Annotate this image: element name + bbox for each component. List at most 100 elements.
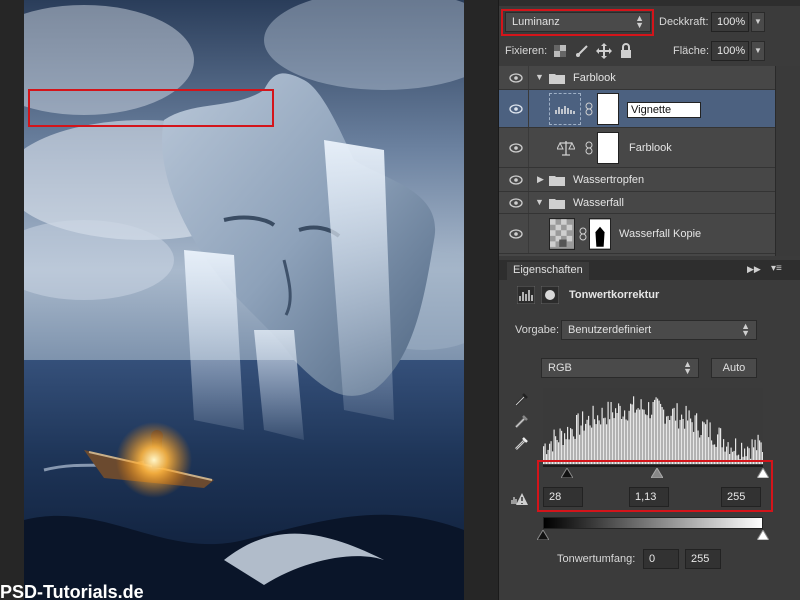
layer-vignette[interactable]: Vignette: [499, 90, 775, 128]
histogram-bar: [606, 424, 608, 464]
histogram-bar: [645, 414, 647, 464]
collapse-panel-icon[interactable]: ▶▶: [747, 264, 761, 275]
layer-group-wasserfall[interactable]: ▼ Wasserfall: [499, 192, 775, 214]
histogram-bar: [667, 415, 669, 464]
eye-icon[interactable]: [509, 198, 523, 208]
layer-thumbnail[interactable]: [549, 218, 575, 250]
histogram-bar: [687, 420, 689, 464]
histogram-bar: [709, 422, 711, 464]
eye-icon[interactable]: [509, 104, 523, 114]
layer-group-wassertropfen[interactable]: ▶ Wassertropfen: [499, 168, 775, 192]
histogram-bar: [580, 425, 582, 464]
output-black-slider-handle[interactable]: [537, 530, 549, 540]
opacity-field[interactable]: 100%: [711, 12, 749, 32]
histogram-bar: [642, 409, 644, 464]
levels-adjustment-icon: [517, 286, 535, 304]
adjustment-thumbnail[interactable]: [549, 93, 581, 125]
mask-icon[interactable]: [541, 286, 559, 304]
histogram-bar: [685, 405, 687, 464]
histogram-bar: [610, 402, 612, 464]
properties-tab[interactable]: Eigenschaften: [507, 262, 589, 280]
histogram-bar: [682, 419, 684, 464]
lock-image-pixels-icon[interactable]: [573, 42, 591, 60]
histogram-bar: [676, 403, 678, 464]
histogram-bar: [582, 411, 584, 464]
folder-icon: [549, 74, 565, 84]
histogram-bar: [613, 418, 615, 464]
histogram-bar: [652, 402, 654, 464]
channel-select[interactable]: RGB ▲ ▼: [541, 358, 699, 378]
chevron-down-icon[interactable]: ▼: [535, 72, 544, 82]
layer-mask-thumbnail[interactable]: [589, 218, 611, 250]
fill-field[interactable]: 100%: [711, 41, 749, 61]
chevron-right-icon[interactable]: ▶: [537, 174, 544, 185]
histogram-bar: [637, 408, 639, 464]
histogram-bar: [604, 417, 606, 464]
layer-name: Farblook: [629, 142, 672, 154]
histogram-bar: [648, 402, 650, 464]
histogram-bar: [703, 422, 705, 464]
histogram-bar: [571, 429, 573, 464]
histogram-bar: [616, 413, 618, 464]
histogram-bar: [577, 413, 579, 464]
histogram-bar: [576, 415, 578, 464]
histogram-bar: [612, 412, 614, 464]
histogram-bar: [651, 414, 653, 464]
histogram-bar: [600, 424, 602, 464]
input-levels-highlight: [537, 460, 773, 512]
histogram-bar: [621, 419, 623, 464]
auto-button[interactable]: Auto: [711, 358, 757, 378]
folder-icon: [549, 176, 565, 186]
histogram-bar: [630, 403, 632, 464]
chevron-down-icon[interactable]: ▼: [535, 197, 544, 207]
properties-title: Tonwertkorrektur: [569, 289, 660, 301]
eye-icon[interactable]: [509, 73, 523, 83]
layer-mask-thumbnail[interactable]: [597, 132, 619, 164]
lock-transparency-icon[interactable]: [551, 42, 569, 60]
histogram-bar: [634, 412, 636, 464]
lock-all-icon[interactable]: [617, 42, 635, 60]
opacity-dropdown-button[interactable]: ▼: [751, 12, 765, 32]
layers-list: ▼ Farblook Vignette Farblook ▶ Wassertro…: [28, 66, 800, 256]
layer-name-edit-field[interactable]: Vignette: [627, 102, 701, 118]
histogram-bar: [718, 427, 720, 464]
select-arrows-icon: ▲ ▼: [683, 359, 692, 376]
chain-link-icon[interactable]: [585, 141, 593, 155]
blend-mode-highlight: [501, 9, 654, 36]
layer-group-farblook[interactable]: ▼ Farblook: [499, 66, 775, 90]
lock-position-icon[interactable]: [595, 42, 613, 60]
fill-dropdown-button[interactable]: ▼: [751, 41, 765, 61]
output-gradient-bar: [543, 517, 763, 529]
layer-wasserfall-kopie[interactable]: Wasserfall Kopie: [499, 214, 775, 254]
vignette-layer-highlight: [28, 89, 274, 127]
eye-icon[interactable]: [509, 229, 523, 239]
panel-menu-icon[interactable]: ▾≡: [771, 263, 782, 274]
histogram-bar: [598, 420, 600, 464]
histogram-bar: [661, 407, 663, 464]
layers-scrollbar[interactable]: [775, 66, 800, 256]
preset-select[interactable]: Benutzerdefiniert ▲ ▼: [561, 320, 757, 340]
black-point-eyedropper-icon[interactable]: [513, 390, 531, 408]
gray-point-eyedropper-icon[interactable]: [513, 412, 531, 430]
output-black-value[interactable]: 0: [643, 549, 679, 569]
eye-icon[interactable]: [509, 175, 523, 185]
layer-mask-thumbnail[interactable]: [597, 93, 619, 125]
white-point-eyedropper-icon[interactable]: [513, 434, 531, 452]
histogram-bar: [663, 409, 665, 464]
output-white-value[interactable]: 255: [685, 549, 721, 569]
histogram-bar: [585, 423, 587, 464]
histogram-bar: [720, 428, 722, 464]
histogram-bar: [609, 419, 611, 464]
chain-link-icon[interactable]: [579, 227, 587, 241]
histogram-bar: [697, 430, 699, 464]
folder-icon: [549, 199, 565, 209]
histogram-bar: [592, 405, 594, 464]
chain-link-icon[interactable]: [585, 102, 593, 116]
layer-name: Wassertropfen: [573, 174, 645, 186]
eye-icon[interactable]: [509, 143, 523, 153]
output-white-slider-handle[interactable]: [757, 530, 769, 540]
histogram-bar: [631, 404, 633, 464]
histogram-bar: [627, 420, 629, 464]
layer-farblook-adjustment[interactable]: Farblook: [499, 128, 775, 168]
histogram-bar: [643, 409, 645, 464]
